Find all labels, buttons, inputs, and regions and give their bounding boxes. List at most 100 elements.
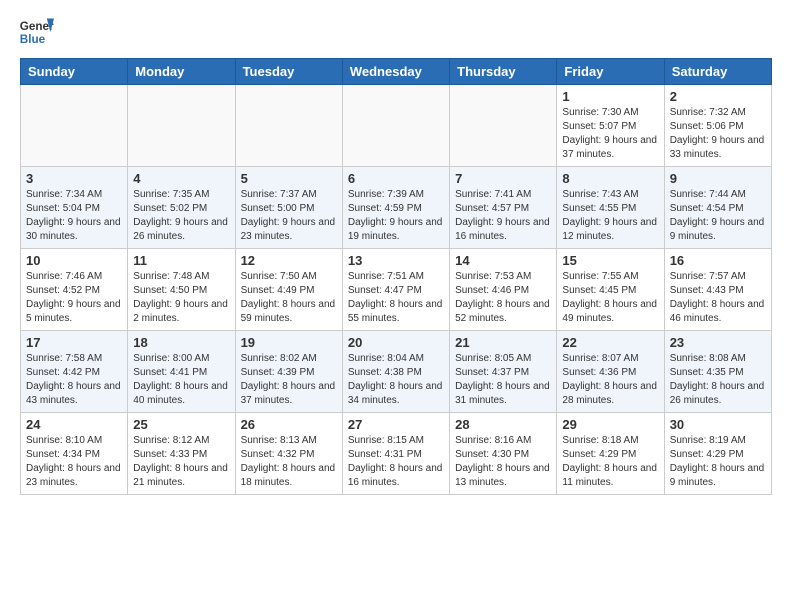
calendar-day-cell: 22 Sunrise: 8:07 AMSunset: 4:36 PMDayligh… — [557, 331, 664, 413]
day-of-week-header: Thursday — [450, 59, 557, 85]
calendar-day-cell: 10 Sunrise: 7:46 AMSunset: 4:52 PMDayligh… — [21, 249, 128, 331]
calendar-day-cell: 26 Sunrise: 8:13 AMSunset: 4:32 PMDayligh… — [235, 413, 342, 495]
calendar-wrapper: SundayMondayTuesdayWednesdayThursdayFrid… — [0, 58, 792, 505]
calendar-day-cell: 21 Sunrise: 8:05 AMSunset: 4:37 PMDayligh… — [450, 331, 557, 413]
day-number: 16 — [670, 253, 766, 268]
day-info: Sunrise: 8:08 AMSunset: 4:35 PMDaylight:… — [670, 352, 766, 408]
page-header: General Blue — [0, 0, 792, 58]
day-info: Sunrise: 7:51 AMSunset: 4:47 PMDaylight:… — [348, 270, 444, 326]
calendar-day-cell — [21, 85, 128, 167]
calendar-day-cell: 13Sunrise: 7:51 AMSunset: 4:47 PMDayligh… — [342, 249, 449, 331]
day-info: Sunrise: 7:39 AMSunset: 4:59 PMDaylight:… — [348, 188, 444, 244]
calendar-day-cell: 28 Sunrise: 8:16 AMSunset: 4:30 PMDayligh… — [450, 413, 557, 495]
day-number: 6 — [348, 171, 444, 186]
day-info: Sunrise: 8:07 AMSunset: 4:36 PMDaylight:… — [562, 352, 658, 408]
day-number: 1 — [562, 89, 658, 104]
day-number: 28 — [455, 417, 551, 432]
calendar-day-cell: 18Sunrise: 8:00 AMSunset: 4:41 PMDayligh… — [128, 331, 235, 413]
calendar-day-cell: 16 Sunrise: 7:57 AMSunset: 4:43 PMDayligh… — [664, 249, 771, 331]
day-info: Sunrise: 8:13 AMSunset: 4:32 PMDaylight:… — [241, 434, 337, 490]
calendar-day-cell: 5 Sunrise: 7:37 AMSunset: 5:00 PMDaylight… — [235, 167, 342, 249]
day-number: 8 — [562, 171, 658, 186]
day-info: Sunrise: 8:05 AMSunset: 4:37 PMDaylight:… — [455, 352, 551, 408]
calendar-day-cell: 4 Sunrise: 7:35 AMSunset: 5:02 PMDaylight… — [128, 167, 235, 249]
day-of-week-header: Monday — [128, 59, 235, 85]
calendar-week-row: 17 Sunrise: 7:58 AMSunset: 4:42 PMDayligh… — [21, 331, 772, 413]
day-number: 18 — [133, 335, 229, 350]
day-info: Sunrise: 8:12 AMSunset: 4:33 PMDaylight:… — [133, 434, 229, 490]
day-number: 4 — [133, 171, 229, 186]
calendar-day-cell: 1 Sunrise: 7:30 AMSunset: 5:07 PMDaylight… — [557, 85, 664, 167]
logo[interactable]: General Blue — [18, 14, 56, 50]
calendar-day-cell: 9 Sunrise: 7:44 AMSunset: 4:54 PMDaylight… — [664, 167, 771, 249]
calendar-table: SundayMondayTuesdayWednesdayThursdayFrid… — [20, 58, 772, 495]
calendar-day-cell: 29Sunrise: 8:18 AMSunset: 4:29 PMDayligh… — [557, 413, 664, 495]
day-number: 9 — [670, 171, 766, 186]
day-number: 3 — [26, 171, 122, 186]
calendar-day-cell: 20 Sunrise: 8:04 AMSunset: 4:38 PMDayligh… — [342, 331, 449, 413]
calendar-day-cell: 30 Sunrise: 8:19 AMSunset: 4:29 PMDayligh… — [664, 413, 771, 495]
day-number: 25 — [133, 417, 229, 432]
calendar-day-cell: 25 Sunrise: 8:12 AMSunset: 4:33 PMDayligh… — [128, 413, 235, 495]
day-info: Sunrise: 7:37 AMSunset: 5:00 PMDaylight:… — [241, 188, 337, 244]
day-number: 17 — [26, 335, 122, 350]
day-number: 21 — [455, 335, 551, 350]
calendar-day-cell — [235, 85, 342, 167]
day-number: 27 — [348, 417, 444, 432]
day-number: 22 — [562, 335, 658, 350]
day-info: Sunrise: 7:41 AMSunset: 4:57 PMDaylight:… — [455, 188, 551, 244]
day-of-week-header: Tuesday — [235, 59, 342, 85]
day-number: 24 — [26, 417, 122, 432]
day-of-week-header: Sunday — [21, 59, 128, 85]
day-info: Sunrise: 7:34 AMSunset: 5:04 PMDaylight:… — [26, 188, 122, 244]
day-number: 30 — [670, 417, 766, 432]
day-number: 20 — [348, 335, 444, 350]
day-number: 15 — [562, 253, 658, 268]
calendar-week-row: 1 Sunrise: 7:30 AMSunset: 5:07 PMDaylight… — [21, 85, 772, 167]
day-info: Sunrise: 8:18 AMSunset: 4:29 PMDaylight:… — [562, 434, 658, 490]
day-info: Sunrise: 7:50 AMSunset: 4:49 PMDaylight:… — [241, 270, 337, 326]
calendar-day-cell: 8 Sunrise: 7:43 AMSunset: 4:55 PMDaylight… — [557, 167, 664, 249]
day-info: Sunrise: 7:57 AMSunset: 4:43 PMDaylight:… — [670, 270, 766, 326]
calendar-day-cell: 15 Sunrise: 7:55 AMSunset: 4:45 PMDayligh… — [557, 249, 664, 331]
day-info: Sunrise: 7:30 AMSunset: 5:07 PMDaylight:… — [562, 106, 658, 162]
calendar-week-row: 3 Sunrise: 7:34 AMSunset: 5:04 PMDaylight… — [21, 167, 772, 249]
day-number: 12 — [241, 253, 337, 268]
calendar-day-cell — [128, 85, 235, 167]
calendar-day-cell: 7Sunrise: 7:41 AMSunset: 4:57 PMDaylight… — [450, 167, 557, 249]
day-info: Sunrise: 7:44 AMSunset: 4:54 PMDaylight:… — [670, 188, 766, 244]
calendar-day-cell: 3 Sunrise: 7:34 AMSunset: 5:04 PMDaylight… — [21, 167, 128, 249]
day-info: Sunrise: 8:16 AMSunset: 4:30 PMDaylight:… — [455, 434, 551, 490]
calendar-week-row: 24 Sunrise: 8:10 AMSunset: 4:34 PMDayligh… — [21, 413, 772, 495]
day-info: Sunrise: 7:43 AMSunset: 4:55 PMDaylight:… — [562, 188, 658, 244]
calendar-day-cell: 27 Sunrise: 8:15 AMSunset: 4:31 PMDayligh… — [342, 413, 449, 495]
day-info: Sunrise: 8:19 AMSunset: 4:29 PMDaylight:… — [670, 434, 766, 490]
day-info: Sunrise: 7:58 AMSunset: 4:42 PMDaylight:… — [26, 352, 122, 408]
day-info: Sunrise: 7:53 AMSunset: 4:46 PMDaylight:… — [455, 270, 551, 326]
calendar-day-cell: 23Sunrise: 8:08 AMSunset: 4:35 PMDayligh… — [664, 331, 771, 413]
day-info: Sunrise: 8:15 AMSunset: 4:31 PMDaylight:… — [348, 434, 444, 490]
day-info: Sunrise: 8:10 AMSunset: 4:34 PMDaylight:… — [26, 434, 122, 490]
calendar-week-row: 10 Sunrise: 7:46 AMSunset: 4:52 PMDayligh… — [21, 249, 772, 331]
day-info: Sunrise: 7:48 AMSunset: 4:50 PMDaylight:… — [133, 270, 229, 326]
day-of-week-header: Wednesday — [342, 59, 449, 85]
day-number: 14 — [455, 253, 551, 268]
day-number: 10 — [26, 253, 122, 268]
svg-text:Blue: Blue — [20, 33, 46, 46]
calendar-day-cell: 12 Sunrise: 7:50 AMSunset: 4:49 PMDayligh… — [235, 249, 342, 331]
day-info: Sunrise: 7:35 AMSunset: 5:02 PMDaylight:… — [133, 188, 229, 244]
calendar-day-cell: 19 Sunrise: 8:02 AMSunset: 4:39 PMDayligh… — [235, 331, 342, 413]
day-number: 5 — [241, 171, 337, 186]
calendar-day-cell: 11Sunrise: 7:48 AMSunset: 4:50 PMDayligh… — [128, 249, 235, 331]
calendar-day-cell — [342, 85, 449, 167]
calendar-day-cell: 17 Sunrise: 7:58 AMSunset: 4:42 PMDayligh… — [21, 331, 128, 413]
day-number: 19 — [241, 335, 337, 350]
calendar-day-cell: 2Sunrise: 7:32 AMSunset: 5:06 PMDaylight… — [664, 85, 771, 167]
day-of-week-header: Saturday — [664, 59, 771, 85]
day-info: Sunrise: 7:46 AMSunset: 4:52 PMDaylight:… — [26, 270, 122, 326]
day-info: Sunrise: 8:04 AMSunset: 4:38 PMDaylight:… — [348, 352, 444, 408]
day-info: Sunrise: 7:55 AMSunset: 4:45 PMDaylight:… — [562, 270, 658, 326]
day-info: Sunrise: 7:32 AMSunset: 5:06 PMDaylight:… — [670, 106, 766, 162]
day-info: Sunrise: 8:02 AMSunset: 4:39 PMDaylight:… — [241, 352, 337, 408]
day-number: 26 — [241, 417, 337, 432]
